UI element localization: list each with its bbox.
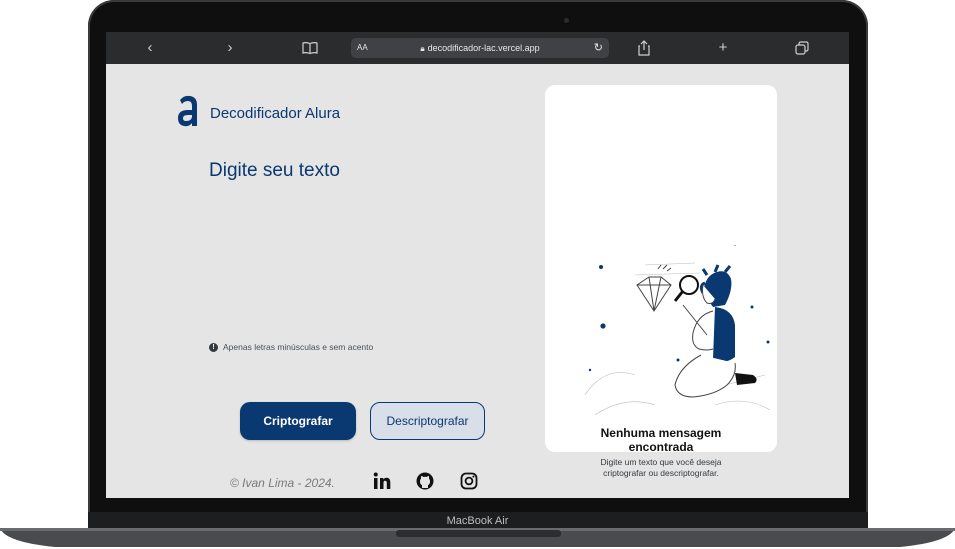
screen: ‹ › AA 🔒︎ decodificador-lac.vercel.app ↻ … (106, 32, 849, 498)
person-with-magnifier-illustration (584, 245, 771, 416)
github-icon[interactable] (415, 471, 435, 491)
text-input[interactable]: Digite seu texto (209, 160, 340, 182)
tabs-icon[interactable] (790, 32, 814, 64)
hint-text: Apenas letras minúsculas e sem acento (223, 342, 374, 352)
back-icon[interactable]: ‹ (138, 32, 162, 64)
camera (564, 18, 569, 23)
encrypt-button[interactable]: Criptografar (240, 402, 356, 440)
browser-toolbar: ‹ › AA 🔒︎ decodificador-lac.vercel.app ↻ … (106, 32, 849, 64)
linkedin-icon[interactable] (372, 471, 392, 491)
book-icon[interactable] (298, 32, 322, 64)
plus-icon[interactable]: + (711, 32, 735, 64)
model-label: MacBook Air (446, 515, 509, 527)
result-title: Nenhuma mensagem encontrada (545, 426, 777, 454)
alura-logo-icon (178, 95, 197, 127)
url-text: decodificador-lac.vercel.app (427, 43, 540, 53)
info-icon: ! (209, 342, 218, 352)
result-title-line2: encontrada (628, 440, 694, 454)
result-desc-line1: Digite um texto que você deseja (600, 457, 722, 467)
result-description: Digite um texto que você deseja criptogr… (565, 457, 757, 479)
reload-icon[interactable]: ↻ (594, 38, 603, 58)
result-title-line1: Nenhuma mensagem (600, 426, 722, 440)
instagram-icon[interactable] (459, 471, 479, 491)
lock-icon: 🔒︎ (420, 44, 425, 53)
brand-name: Decodificador Alura (210, 105, 341, 122)
forward-icon[interactable]: › (218, 32, 242, 64)
address-bar[interactable]: AA 🔒︎ decodificador-lac.vercel.app ↻ (351, 38, 609, 58)
result-card (545, 85, 777, 452)
result-desc-line2: criptografar ou descriptografar. (603, 468, 719, 478)
share-icon[interactable] (632, 32, 656, 64)
footer-credit: © Ivan Lima - 2024. (230, 476, 335, 490)
hint: ! Apenas letras minúsculas e sem acento (209, 342, 373, 352)
decrypt-button[interactable]: Descriptografar (370, 402, 485, 440)
